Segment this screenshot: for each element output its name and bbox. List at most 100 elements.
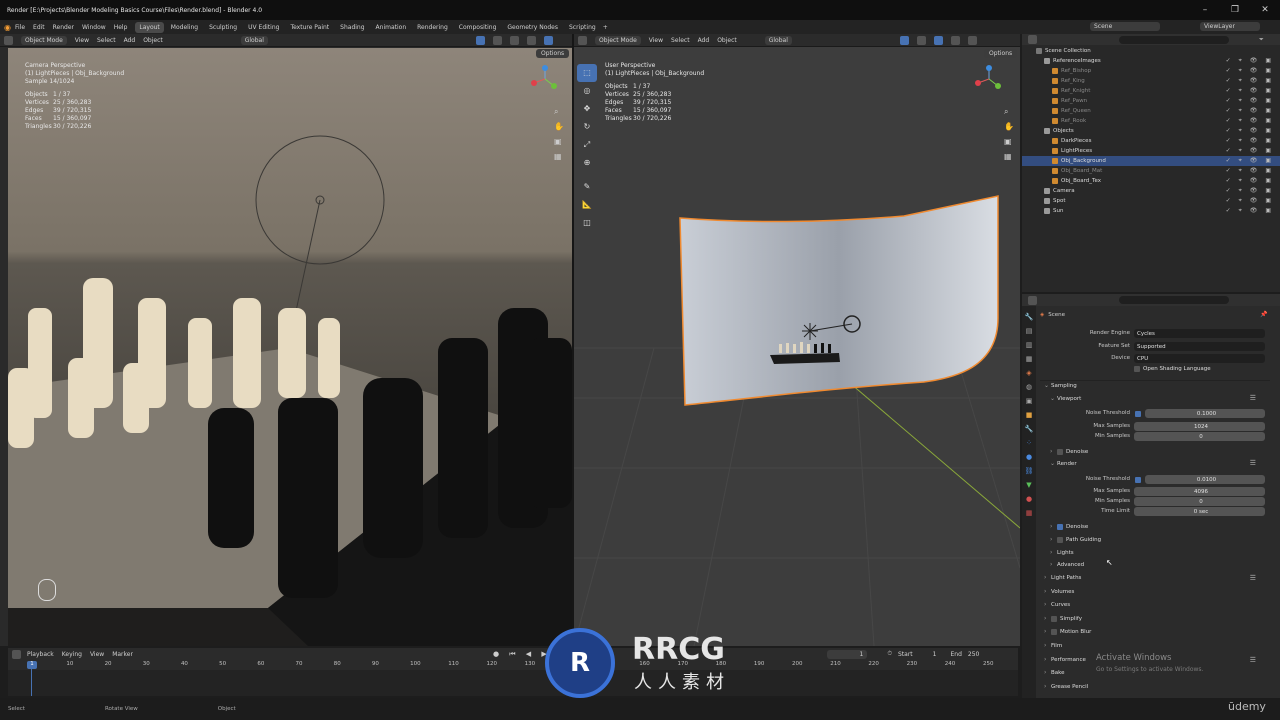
navigation-gizmo-icon[interactable]	[530, 64, 560, 94]
annotate-tool-icon[interactable]: ✎	[577, 178, 597, 196]
visibility-toggles-icon[interactable]: ✓ ⌖ 👁 ▣	[1226, 147, 1274, 155]
viewport-denoise-subpanel[interactable]: › Denoise	[1050, 448, 1088, 455]
menu-view[interactable]: View	[90, 651, 104, 658]
editor-type-icon[interactable]	[4, 35, 13, 45]
scale-tool-icon[interactable]: ⤢	[577, 136, 597, 154]
presets-icon[interactable]: ☰	[1250, 574, 1256, 582]
view-layer-selector[interactable]: ViewLayer	[1200, 22, 1260, 31]
rendered-shading-icon[interactable]	[543, 35, 553, 45]
timeline[interactable]: Playback Keying View Marker ● ⏮ ◀ ▶ ⏭ 1 …	[8, 648, 1018, 696]
solid-shading-icon[interactable]	[933, 35, 943, 45]
object-tab-icon[interactable]: ■	[1022, 408, 1036, 422]
tab-shading[interactable]: Shading	[336, 22, 368, 33]
editor-type-icon[interactable]	[12, 649, 21, 659]
outliner-row[interactable]: DarkPieces ✓ ⌖ 👁 ▣	[1022, 136, 1280, 146]
checkbox-icon[interactable]	[1057, 448, 1063, 455]
panel-header[interactable]: › Grease Pencil	[1044, 683, 1088, 690]
osl-checkbox[interactable]: Open Shading Language	[1134, 366, 1211, 372]
outliner-row[interactable]: LightPieces ✓ ⌖ 👁 ▣	[1022, 146, 1280, 156]
panel-header[interactable]: › Volumes	[1044, 588, 1074, 595]
camera-icon[interactable]: ▣	[1004, 134, 1016, 149]
texture-tab-icon[interactable]: ▦	[1022, 506, 1036, 520]
presets-icon[interactable]: ☰	[1250, 459, 1256, 467]
viewport-max-samples-field[interactable]: 1024	[1134, 422, 1265, 431]
outliner-row[interactable]: ReferenceImages ✓ ⌖ 👁 ▣	[1022, 56, 1280, 66]
scene-tab-icon[interactable]: ◈	[1022, 366, 1036, 380]
data-tab-icon[interactable]: ▼	[1022, 478, 1036, 492]
visibility-toggles-icon[interactable]: ✓ ⌖ 👁 ▣	[1226, 127, 1274, 135]
panel-header[interactable]: › Curves	[1044, 601, 1070, 608]
tab-animation[interactable]: Animation	[372, 22, 411, 33]
outliner-row[interactable]: Ref_Queen ✓ ⌖ 👁 ▣	[1022, 106, 1280, 116]
tab-uv-editing[interactable]: UV Editing	[244, 22, 283, 33]
outliner-row[interactable]: Camera ✓ ⌖ 👁 ▣	[1022, 186, 1280, 196]
camera-icon[interactable]: ▣	[554, 134, 566, 149]
outliner-row[interactable]: Spot ✓ ⌖ 👁 ▣	[1022, 196, 1280, 206]
outliner-row[interactable]: Ref_Bishop ✓ ⌖ 👁 ▣	[1022, 66, 1280, 76]
visibility-toggles-icon[interactable]: ✓ ⌖ 👁 ▣	[1226, 57, 1274, 65]
visibility-toggles-icon[interactable]: ✓ ⌖ 👁 ▣	[1226, 207, 1274, 215]
add-cube-tool-icon[interactable]: ◫	[577, 214, 597, 232]
pin-icon[interactable]: 📌	[1260, 311, 1267, 318]
visibility-toggles-icon[interactable]: ✓ ⌖ 👁 ▣	[1226, 87, 1274, 95]
visibility-toggles-icon[interactable]: ✓ ⌖ 👁 ▣	[1226, 117, 1274, 125]
select-box-tool-icon[interactable]: ⬚	[577, 64, 597, 82]
panel-header[interactable]: › Film	[1044, 642, 1062, 649]
maximize-button[interactable]: ❐	[1220, 0, 1250, 20]
physics-tab-icon[interactable]: ●	[1022, 450, 1036, 464]
menu-marker[interactable]: Marker	[112, 651, 133, 658]
viewport-user[interactable]: Object Mode View Select Add Object Globa…	[574, 34, 1020, 646]
orientation-selector[interactable]: Global	[764, 35, 792, 45]
menu-view[interactable]: View	[649, 37, 663, 44]
render-tab-icon[interactable]: ▤	[1022, 324, 1036, 338]
material-tab-icon[interactable]: ●	[1022, 492, 1036, 506]
viewport-noise-threshold-field[interactable]: 0.1000	[1145, 409, 1265, 418]
visibility-toggles-icon[interactable]: ✓ ⌖ 👁 ▣	[1226, 97, 1274, 105]
panel-header[interactable]: › Light Paths	[1044, 574, 1081, 581]
tab-rendering[interactable]: Rendering	[413, 22, 452, 33]
navigation-gizmo-icon[interactable]	[974, 64, 1004, 94]
feature-set-dropdown[interactable]: Supported	[1134, 342, 1265, 351]
filter-icon[interactable]: ⏷	[1259, 36, 1264, 44]
frame-ruler[interactable]: 1102030405060708090100110120130140150160…	[8, 660, 1018, 670]
device-dropdown[interactable]: CPU	[1134, 354, 1265, 363]
noise-threshold-checkbox[interactable]	[1135, 411, 1141, 417]
visibility-toggles-icon[interactable]: ✓ ⌖ 👁 ▣	[1226, 157, 1274, 165]
visibility-toggles-icon[interactable]: ✓ ⌖ 👁 ▣	[1226, 167, 1274, 175]
menu-select[interactable]: Select	[97, 37, 116, 44]
end-frame-field[interactable]: 250	[968, 651, 979, 658]
editor-type-icon[interactable]	[578, 35, 587, 45]
particles-tab-icon[interactable]: ⁘	[1022, 436, 1036, 450]
menu-object[interactable]: Object	[717, 37, 737, 44]
panel-header[interactable]: › Motion Blur	[1044, 628, 1091, 635]
scene-selector[interactable]: Scene	[1090, 22, 1160, 31]
minimize-button[interactable]: –	[1190, 0, 1220, 20]
render-min-samples-field[interactable]: 0	[1134, 497, 1265, 506]
blender-logo-icon[interactable]: ◉	[4, 23, 11, 32]
outliner-row[interactable]: Obj_Board_Tex ✓ ⌖ 👁 ▣	[1022, 176, 1280, 186]
options-button[interactable]: Options	[536, 49, 570, 58]
move-tool-icon[interactable]: ✥	[577, 100, 597, 118]
view-layer-tab-icon[interactable]: ▦	[1022, 352, 1036, 366]
pan-icon[interactable]: ✋	[1004, 119, 1016, 134]
gizmo-toggle-icon[interactable]	[475, 35, 485, 45]
visibility-toggles-icon[interactable]: ✓ ⌖ 👁 ▣	[1226, 197, 1274, 205]
lights-subpanel[interactable]: › Lights	[1050, 549, 1074, 556]
render-denoise-subpanel[interactable]: › Denoise	[1050, 523, 1088, 530]
outliner-row[interactable]: Sun ✓ ⌖ 👁 ▣	[1022, 206, 1280, 216]
viewport-min-samples-field[interactable]: 0	[1134, 432, 1265, 441]
outliner-row[interactable]: Ref_Pawn ✓ ⌖ 👁 ▣	[1022, 96, 1280, 106]
outliner-row[interactable]: Obj_Board_Mat ✓ ⌖ 👁 ▣	[1022, 166, 1280, 176]
visibility-toggles-icon[interactable]: ✓ ⌖ 👁 ▣	[1226, 77, 1274, 85]
visibility-toggles-icon[interactable]: ✓ ⌖ 👁 ▣	[1226, 137, 1274, 145]
mode-selector[interactable]: Object Mode	[595, 35, 641, 45]
editor-type-icon[interactable]	[1028, 295, 1037, 305]
add-workspace-button[interactable]: +	[603, 24, 608, 31]
visibility-toggles-icon[interactable]: ✓ ⌖ 👁 ▣	[1226, 187, 1274, 195]
outliner-row[interactable]: Obj_Background ✓ ⌖ 👁 ▣	[1022, 156, 1280, 166]
menu-object[interactable]: Object	[143, 37, 163, 44]
world-tab-icon[interactable]: ◍	[1022, 380, 1036, 394]
menu-file[interactable]: File	[15, 24, 25, 31]
current-frame-field[interactable]: 1	[827, 649, 868, 659]
checkbox-icon[interactable]	[1057, 523, 1063, 530]
